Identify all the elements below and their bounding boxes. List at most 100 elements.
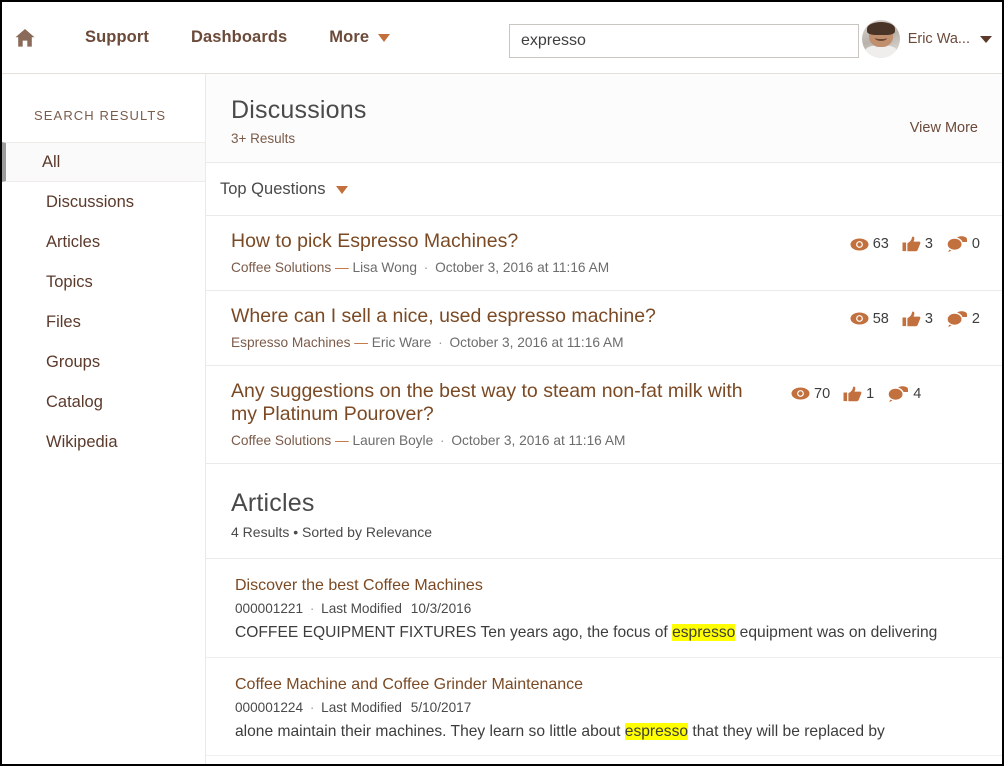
views-stat: 63 bbox=[850, 236, 889, 252]
search-box[interactable] bbox=[509, 24, 859, 58]
sidebar-item-label: Catalog bbox=[46, 392, 103, 411]
sidebar-item-label: Files bbox=[46, 312, 81, 331]
discussion-group: Coffee Solutions bbox=[231, 433, 332, 449]
snippet-after: equipment was on delivering bbox=[735, 624, 938, 642]
snippet-after: that they will be replaced by bbox=[688, 722, 885, 740]
comments-icon bbox=[946, 310, 967, 327]
sidebar-item-label: Groups bbox=[46, 352, 101, 371]
sidebar-item-wikipedia[interactable]: Wikipedia bbox=[2, 422, 205, 462]
global-header: Support Dashboards More Eric Wa... bbox=[2, 2, 1002, 74]
meta-separator: · bbox=[309, 699, 315, 715]
page-body: SEARCH RESULTS All Discussions Articles … bbox=[2, 74, 1002, 764]
discussion-content: How to pick Espresso Machines? Coffee So… bbox=[231, 230, 850, 275]
discussions-result-count: 3+ Results bbox=[231, 131, 296, 146]
nav-item-support[interactable]: Support bbox=[64, 28, 170, 47]
discussion-group: Coffee Solutions bbox=[231, 259, 332, 275]
results-main: Discussions 3+ Results View More Top Que… bbox=[205, 74, 1002, 764]
thumbs-up-icon bbox=[902, 236, 921, 252]
comments-stat: 4 bbox=[887, 386, 921, 402]
comments-stat: 2 bbox=[946, 311, 980, 327]
discussion-date: October 3, 2016 at 11:16 AM bbox=[435, 259, 610, 275]
sidebar-item-topics[interactable]: Topics bbox=[2, 262, 205, 302]
discussion-title[interactable]: Where can I sell a nice, used espresso m… bbox=[231, 305, 832, 329]
article-row[interactable]: Coffee Machine and Coffee Grinder Mainte… bbox=[206, 658, 1002, 757]
comments-stat: 0 bbox=[946, 236, 980, 252]
discussion-title[interactable]: Any suggestions on the best way to steam… bbox=[231, 380, 773, 428]
sidebar-title: SEARCH RESULTS bbox=[34, 108, 167, 123]
sidebar: SEARCH RESULTS All Discussions Articles … bbox=[2, 74, 205, 764]
meta-dash: — bbox=[354, 334, 368, 350]
discussion-author: Lauren Boyle bbox=[352, 433, 434, 449]
views-stat: 70 bbox=[791, 386, 830, 402]
article-modified-date: 5/10/2017 bbox=[410, 699, 472, 715]
home-icon[interactable] bbox=[14, 27, 36, 49]
discussion-date: October 3, 2016 at 11:16 AM bbox=[451, 433, 626, 449]
nav-item-more[interactable]: More bbox=[308, 28, 411, 47]
sidebar-item-articles[interactable]: Articles bbox=[2, 222, 205, 262]
search-input[interactable] bbox=[509, 24, 859, 58]
discussion-author: Eric Ware bbox=[371, 334, 432, 350]
caret-down-icon bbox=[336, 185, 349, 194]
discussion-row[interactable]: How to pick Espresso Machines? Coffee So… bbox=[206, 216, 1002, 291]
sidebar-item-label: Wikipedia bbox=[46, 432, 118, 451]
sidebar-item-files[interactable]: Files bbox=[2, 302, 205, 342]
eye-icon bbox=[850, 312, 869, 325]
meta-separator: · bbox=[440, 433, 445, 449]
views-stat: 58 bbox=[850, 311, 889, 327]
sidebar-item-label: Topics bbox=[46, 272, 93, 291]
thumbs-up-icon bbox=[902, 311, 921, 326]
meta-dash: — bbox=[335, 259, 349, 275]
article-modified-label: Last Modified bbox=[321, 699, 402, 715]
discussion-row[interactable]: Where can I sell a nice, used espresso m… bbox=[206, 291, 1002, 366]
user-menu[interactable]: Eric Wa... bbox=[861, 20, 992, 58]
search-term-highlight: espresso bbox=[672, 624, 736, 642]
likes-count: 1 bbox=[866, 385, 875, 402]
sidebar-item-discussions[interactable]: Discussions bbox=[2, 182, 205, 222]
discussion-meta: Coffee Solutions — Lauren Boyle · Octobe… bbox=[231, 433, 773, 448]
meta-separator: · bbox=[438, 334, 443, 350]
article-meta: 000001221 · Last Modified 10/3/2016 bbox=[235, 601, 980, 616]
likes-stat: 1 bbox=[843, 386, 874, 402]
sidebar-item-catalog[interactable]: Catalog bbox=[2, 382, 205, 422]
sidebar-item-label: All bbox=[42, 152, 61, 171]
likes-stat: 3 bbox=[902, 236, 933, 252]
discussion-meta: Espresso Machines — Eric Ware · October … bbox=[231, 335, 832, 350]
caret-down-icon bbox=[378, 33, 391, 42]
discussion-group: Espresso Machines bbox=[231, 334, 351, 350]
meta-separator: · bbox=[423, 259, 429, 275]
sidebar-item-groups[interactable]: Groups bbox=[2, 342, 205, 382]
meta-dash: — bbox=[335, 433, 349, 449]
sidebar-item-label: Articles bbox=[46, 232, 101, 251]
meta-separator: · bbox=[309, 601, 315, 617]
articles-section-header: Articles 4 Results • Sorted by Relevance bbox=[206, 464, 1002, 560]
likes-stat: 3 bbox=[902, 311, 933, 327]
article-title[interactable]: Coffee Machine and Coffee Grinder Mainte… bbox=[235, 675, 980, 694]
article-meta: 000001224 · Last Modified 5/10/2017 bbox=[235, 700, 980, 715]
chevron-down-icon bbox=[980, 35, 992, 43]
sidebar-item-all[interactable]: All bbox=[2, 142, 205, 182]
nav-item-dashboards[interactable]: Dashboards bbox=[170, 28, 308, 47]
page-title: Discussions bbox=[231, 96, 367, 124]
primary-nav: Support Dashboards More bbox=[64, 28, 411, 47]
views-count: 70 bbox=[814, 385, 831, 402]
article-title[interactable]: Discover the best Coffee Machines bbox=[235, 576, 980, 595]
articles-title: Articles bbox=[231, 489, 315, 518]
article-snippet: COFFEE EQUIPMENT FIXTURES Ten years ago,… bbox=[235, 623, 980, 642]
user-name: Eric Wa... bbox=[907, 31, 970, 47]
views-count: 63 bbox=[872, 236, 889, 252]
discussion-title[interactable]: How to pick Espresso Machines? bbox=[231, 230, 832, 254]
view-more-link[interactable]: View More bbox=[910, 120, 978, 136]
top-questions-filter[interactable]: Top Questions bbox=[206, 163, 1002, 216]
article-snippet: alone maintain their machines. They lear… bbox=[235, 722, 980, 741]
article-number: 000001224 bbox=[235, 699, 304, 715]
discussion-row[interactable]: Any suggestions on the best way to steam… bbox=[206, 366, 1002, 465]
comments-icon bbox=[946, 236, 967, 252]
sidebar-item-label: Discussions bbox=[46, 192, 135, 211]
comments-count: 2 bbox=[971, 310, 980, 327]
discussion-content: Where can I sell a nice, used espresso m… bbox=[231, 305, 850, 350]
top-questions-label: Top Questions bbox=[220, 180, 326, 198]
article-row[interactable]: Discover the best Coffee Machines 000001… bbox=[206, 559, 1002, 658]
article-number: 000001221 bbox=[235, 601, 304, 617]
discussion-meta: Coffee Solutions — Lisa Wong · October 3… bbox=[231, 260, 832, 275]
eye-icon bbox=[791, 387, 810, 400]
